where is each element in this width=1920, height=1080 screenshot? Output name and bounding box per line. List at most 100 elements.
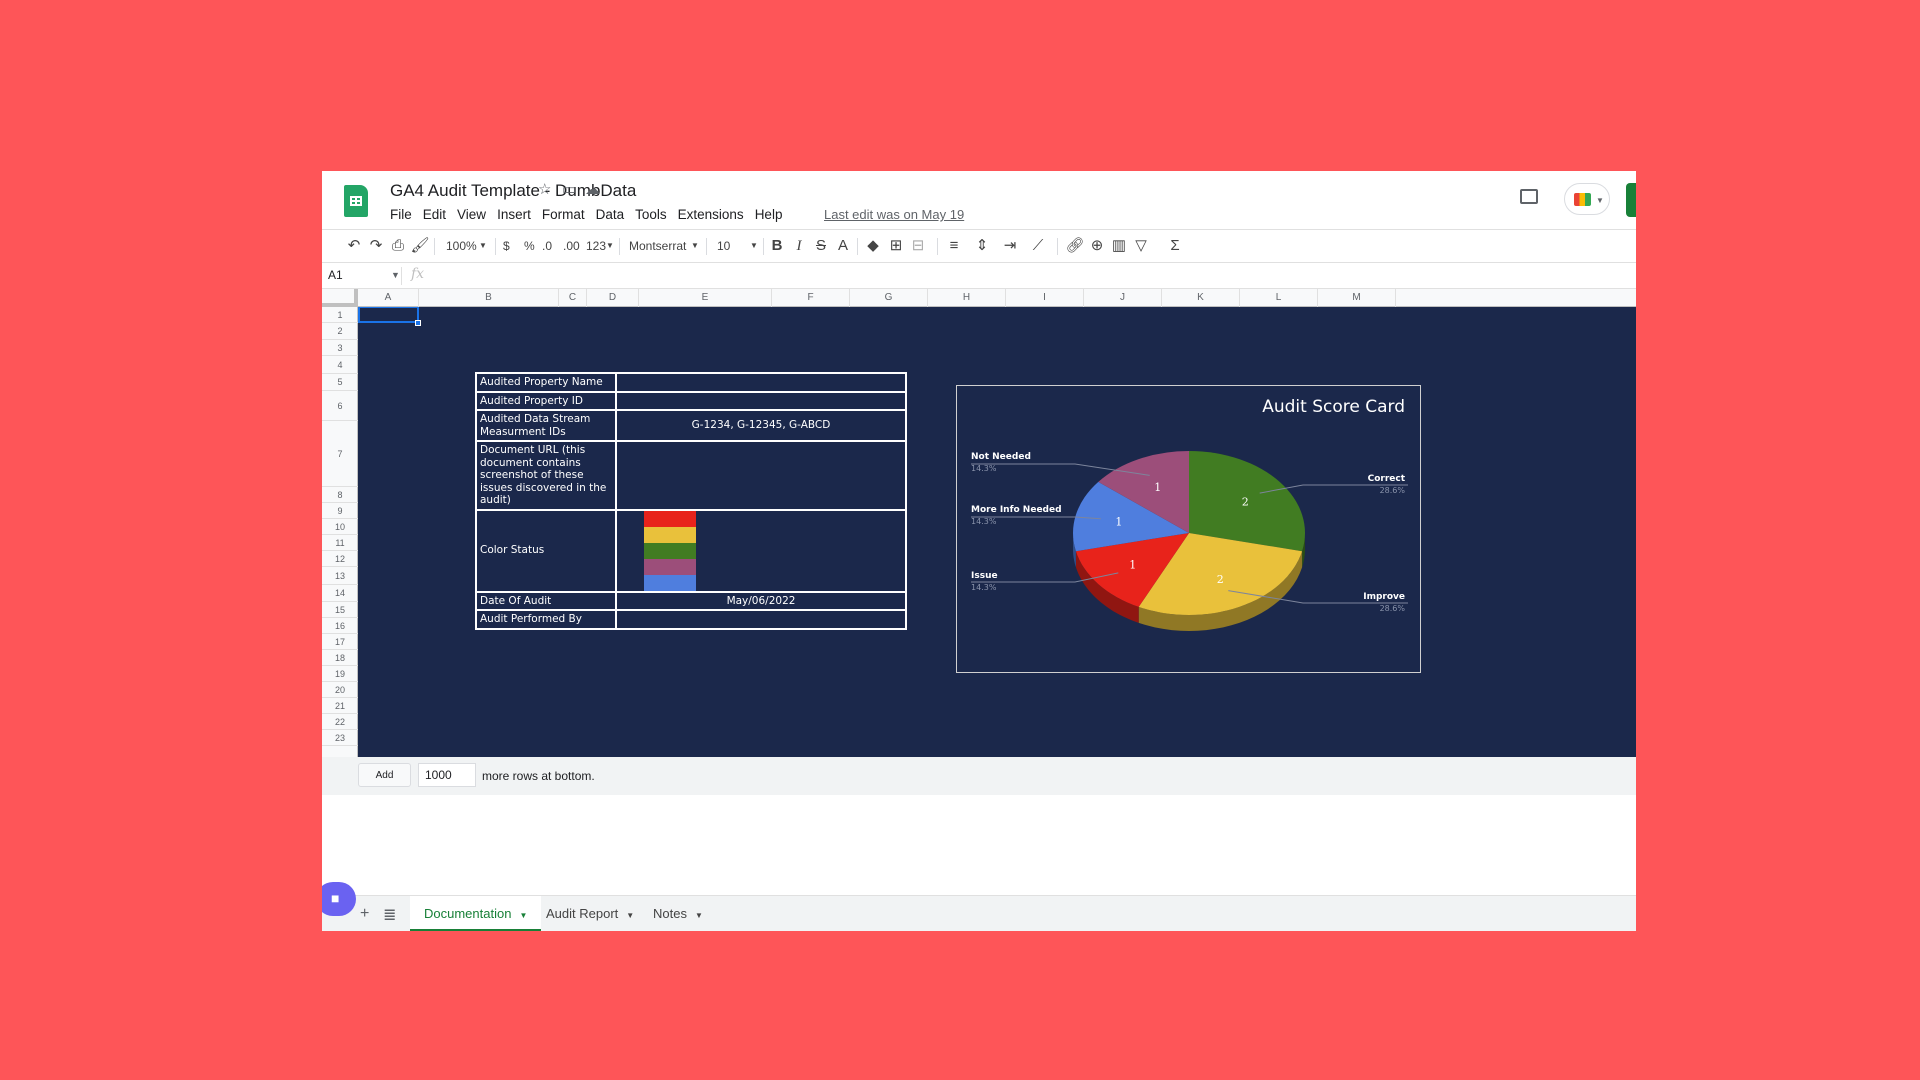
font-size-select[interactable]: 10 bbox=[717, 230, 730, 262]
color-status-label[interactable]: Color Status bbox=[475, 508, 617, 593]
print-icon[interactable]: ⎙ bbox=[388, 230, 408, 262]
property-name-value[interactable] bbox=[615, 372, 907, 393]
menu-insert[interactable]: Insert bbox=[497, 207, 531, 222]
fill-handle[interactable] bbox=[415, 320, 421, 326]
insert-link-icon[interactable]: 🔗︎ bbox=[1065, 230, 1085, 262]
font-select[interactable]: Montserrat bbox=[629, 230, 686, 262]
row-header[interactable]: 21 bbox=[322, 698, 358, 714]
row-header[interactable]: 9 bbox=[322, 503, 358, 519]
row-header[interactable]: 4 bbox=[322, 356, 358, 374]
row-header[interactable]: 14 bbox=[322, 585, 358, 602]
performed-by-label[interactable]: Audit Performed By bbox=[475, 609, 617, 630]
data-stream-value[interactable]: G-1234, G-12345, G-ABCD bbox=[615, 409, 907, 442]
row-header[interactable]: 2 bbox=[322, 323, 358, 340]
italic-icon[interactable]: I bbox=[789, 230, 809, 262]
meet-call-button[interactable]: ■ bbox=[322, 882, 356, 916]
audit-score-chart[interactable]: Audit Score Card 22111 Not Needed 14.3% … bbox=[956, 385, 1421, 673]
name-box[interactable]: A1 bbox=[328, 268, 343, 282]
insert-chart-icon[interactable]: ▥ bbox=[1109, 230, 1129, 262]
property-id-label[interactable]: Audited Property ID bbox=[475, 390, 617, 411]
selected-cell[interactable] bbox=[358, 307, 419, 323]
sheet-canvas[interactable]: Audited Property Name Audited Property I… bbox=[358, 307, 1636, 757]
menu-format[interactable]: Format bbox=[542, 207, 585, 222]
paint-format-icon[interactable]: 🖌︎ bbox=[410, 230, 430, 262]
functions-icon[interactable]: Σ bbox=[1165, 230, 1185, 262]
row-header[interactable]: 23 bbox=[322, 730, 358, 746]
row-header[interactable]: 13 bbox=[322, 567, 358, 585]
tab-notes[interactable]: Notes ▼ bbox=[639, 896, 717, 931]
increase-decimal-button[interactable]: .00 bbox=[563, 230, 580, 262]
column-header-f[interactable]: F bbox=[772, 289, 850, 307]
zoom-select[interactable]: 100% bbox=[446, 230, 477, 262]
document-url-label[interactable]: Document URL (this document contains scr… bbox=[475, 440, 617, 511]
column-header-d[interactable]: D bbox=[587, 289, 639, 307]
menu-view[interactable]: View bbox=[457, 207, 486, 222]
row-header[interactable]: 12 bbox=[322, 551, 358, 567]
column-header-a[interactable]: A bbox=[358, 289, 419, 307]
tab-documentation[interactable]: Documentation ▼ bbox=[410, 896, 542, 931]
row-header[interactable]: 5 bbox=[322, 374, 358, 391]
currency-format-button[interactable]: $ bbox=[503, 230, 510, 262]
fill-color-icon[interactable]: ◆ bbox=[863, 230, 883, 262]
borders-icon[interactable]: ⊞ bbox=[886, 230, 906, 262]
add-sheet-icon[interactable]: + bbox=[360, 905, 369, 923]
data-stream-label[interactable]: Audited Data Stream Measurment IDs bbox=[475, 409, 617, 442]
menu-tools[interactable]: Tools bbox=[635, 207, 667, 222]
insert-comment-icon[interactable]: ⊕ bbox=[1087, 230, 1107, 262]
all-sheets-icon[interactable]: ≣ bbox=[383, 905, 396, 925]
property-name-label[interactable]: Audited Property Name bbox=[475, 372, 617, 393]
column-header-c[interactable]: C bbox=[559, 289, 587, 307]
sheet-grid[interactable]: A B C D E F G H I J K L M 1 2 3 4 5 6 7 … bbox=[322, 289, 1636, 757]
row-header[interactable]: 1 bbox=[322, 307, 358, 323]
column-header-e[interactable]: E bbox=[639, 289, 772, 307]
add-rows-button[interactable]: Add bbox=[358, 763, 411, 787]
row-header[interactable]: 15 bbox=[322, 602, 358, 618]
last-edit-link[interactable]: Last edit was on May 19 bbox=[824, 207, 964, 222]
text-wrapping-icon[interactable]: ⇥ bbox=[1000, 230, 1020, 262]
row-header[interactable]: 22 bbox=[322, 714, 358, 730]
menu-help[interactable]: Help bbox=[755, 207, 783, 222]
star-icon[interactable]: ☆ bbox=[538, 180, 551, 198]
row-header[interactable]: 16 bbox=[322, 618, 358, 634]
row-header[interactable]: 6 bbox=[322, 391, 358, 421]
column-header-m[interactable]: M bbox=[1318, 289, 1396, 307]
row-header[interactable]: 7 bbox=[322, 421, 358, 487]
column-header-h[interactable]: H bbox=[928, 289, 1006, 307]
select-all-corner[interactable] bbox=[322, 289, 358, 307]
row-header[interactable]: 20 bbox=[322, 682, 358, 698]
column-header-k[interactable]: K bbox=[1162, 289, 1240, 307]
menu-file[interactable]: File bbox=[390, 207, 412, 222]
document-url-value[interactable] bbox=[615, 440, 907, 511]
tab-audit-report[interactable]: Audit Report ▼ bbox=[532, 896, 648, 931]
cloud-status-icon[interactable]: ☁ bbox=[585, 180, 600, 198]
bold-icon[interactable]: B bbox=[767, 230, 787, 262]
more-formats-button[interactable]: 123 bbox=[586, 230, 606, 262]
column-header-j[interactable]: J bbox=[1084, 289, 1162, 307]
row-header[interactable]: 18 bbox=[322, 650, 358, 666]
percent-format-button[interactable]: % bbox=[524, 230, 535, 262]
vertical-align-icon[interactable]: ⇕ bbox=[972, 230, 992, 262]
menu-edit[interactable]: Edit bbox=[423, 207, 446, 222]
text-color-icon[interactable]: A bbox=[833, 230, 853, 262]
row-header[interactable]: 8 bbox=[322, 487, 358, 503]
row-header[interactable]: 10 bbox=[322, 519, 358, 535]
date-of-audit-value[interactable]: May/06/2022 bbox=[615, 590, 907, 611]
column-header-i[interactable]: I bbox=[1006, 289, 1084, 307]
column-header-l[interactable]: L bbox=[1240, 289, 1318, 307]
sheets-logo-icon[interactable] bbox=[344, 185, 368, 217]
undo-icon[interactable]: ↶ bbox=[344, 230, 364, 262]
property-id-value[interactable] bbox=[615, 390, 907, 411]
strikethrough-icon[interactable]: S bbox=[811, 230, 831, 262]
rows-count-input[interactable]: 1000 bbox=[418, 763, 476, 787]
date-of-audit-label[interactable]: Date Of Audit bbox=[475, 590, 617, 611]
comments-icon[interactable] bbox=[1520, 189, 1538, 204]
color-status-cell[interactable] bbox=[615, 508, 907, 593]
redo-icon[interactable]: ↷ bbox=[366, 230, 386, 262]
share-button[interactable] bbox=[1626, 183, 1636, 217]
text-rotation-icon[interactable]: ⟋ bbox=[1028, 230, 1048, 262]
column-header-b[interactable]: B bbox=[419, 289, 559, 307]
merge-cells-icon[interactable]: ⊟ bbox=[908, 230, 928, 262]
move-folder-icon[interactable]: ▭ bbox=[562, 180, 576, 198]
row-header[interactable]: 17 bbox=[322, 634, 358, 650]
horizontal-align-icon[interactable]: ≡ bbox=[944, 230, 964, 262]
